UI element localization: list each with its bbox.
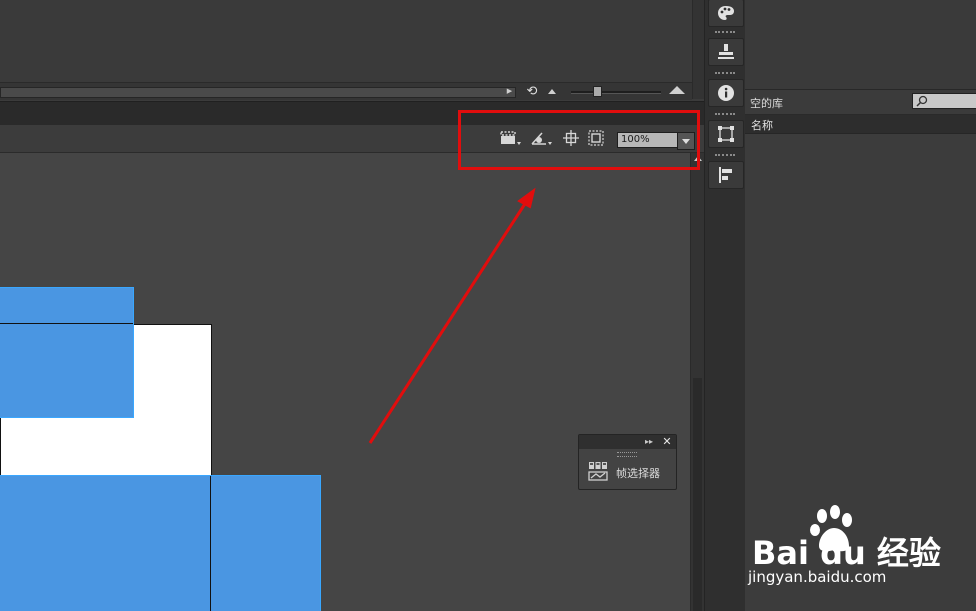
close-icon[interactable]: ✕ — [660, 435, 674, 449]
stage-vertical-scrollbar[interactable] — [690, 153, 705, 611]
mountain-large-icon[interactable] — [669, 86, 685, 94]
scrollbar-thumb[interactable] — [693, 378, 702, 611]
library-search-input[interactable] — [912, 93, 976, 109]
highlight-annotation-box — [458, 110, 700, 170]
panel-grip[interactable] — [715, 154, 735, 159]
canvas-edge-line — [0, 323, 133, 324]
search-icon — [916, 94, 928, 108]
distribute-icon[interactable] — [708, 161, 744, 189]
watermark-url: jingyan.baidu.com — [748, 568, 887, 586]
timeline-zoom-thumb[interactable] — [593, 86, 602, 97]
library-column-header[interactable]: 名称 — [745, 115, 976, 134]
docked-tool-column — [704, 0, 746, 611]
baidu-watermark: Bai du 经验 jingyan.baidu.com — [748, 504, 972, 594]
timeline-panel — [0, 0, 692, 82]
column-name-label[interactable]: 名称 — [751, 117, 773, 133]
canvas-edge-line — [210, 476, 211, 611]
timeline-zoom-slider[interactable] — [571, 91, 661, 94]
library-search-row: 空的库 — [745, 90, 976, 115]
palette-icon[interactable] — [708, 0, 744, 27]
timeline-controls: ▶ ⟲ — [0, 82, 692, 100]
panel-grip[interactable] — [617, 452, 637, 457]
panel-header[interactable]: ▸▸ ✕ — [579, 435, 676, 449]
loop-icon[interactable]: ⟲ — [524, 83, 540, 100]
stage-area[interactable] — [0, 153, 690, 611]
blue-rectangle-shape[interactable] — [0, 475, 321, 611]
panel-grip[interactable] — [715, 31, 735, 36]
library-preview-area — [745, 0, 976, 90]
frame-picker-label[interactable]: 帧选择器 — [616, 465, 660, 481]
transform-icon[interactable] — [708, 120, 744, 148]
scroll-right-arrow-icon[interactable]: ▶ — [505, 87, 514, 96]
blue-rectangle-shape[interactable] — [0, 287, 134, 418]
timeline-horizontal-scrollbar[interactable] — [0, 87, 516, 98]
frame-picker-panel[interactable]: ▸▸ ✕ 帧选择器 — [578, 434, 677, 490]
library-status-text: 空的库 — [750, 97, 783, 110]
frame-picker-icon[interactable] — [588, 461, 608, 481]
panel-grip[interactable] — [715, 113, 735, 118]
align-icon[interactable] — [708, 38, 744, 66]
mountain-small-icon[interactable] — [548, 89, 556, 94]
panel-grip[interactable] — [715, 72, 735, 77]
info-icon[interactable] — [708, 79, 744, 107]
collapse-icon[interactable]: ▸▸ — [643, 436, 655, 448]
